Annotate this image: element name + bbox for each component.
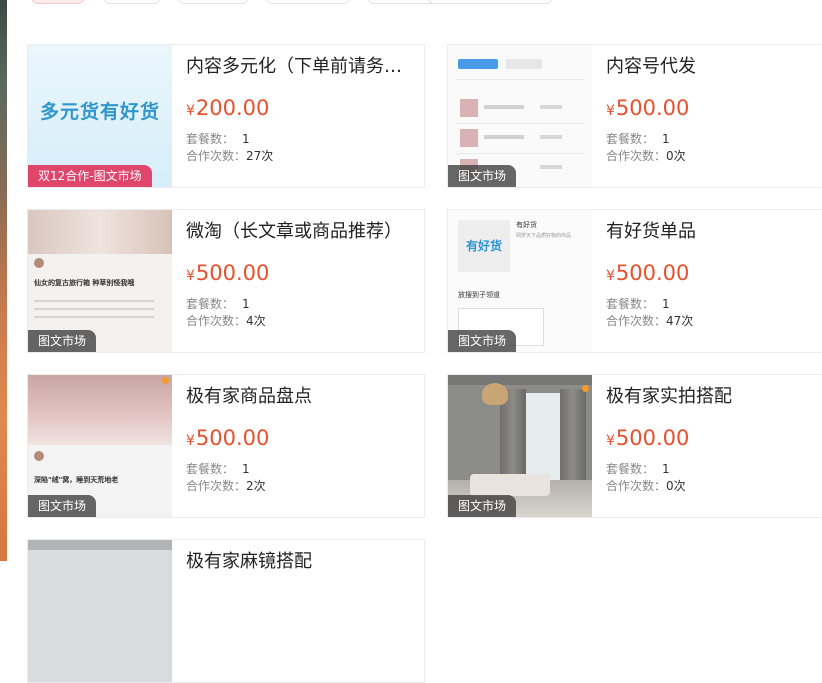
coop-count-row: 合作次数：27次 [186,149,274,163]
coop-count-row: 合作次数：2次 [186,479,266,493]
product-thumbnail[interactable] [28,540,172,682]
product-title[interactable]: 极有家实拍搭配 [606,385,822,409]
product-thumbnail[interactable]: 深陷"绒"窝，睡到天荒地老 图文市场 [28,375,172,517]
coop-count-row: 合作次数：0次 [606,479,686,493]
coop-count-row: 合作次数：4次 [186,314,266,328]
avatar [34,258,44,268]
product-card[interactable]: 多元货有好货 双12合作-图文市场 内容多元化（下单前请务必... ¥200.0… [27,44,425,188]
product-title[interactable]: 内容多元化（下单前请务必... [186,55,418,79]
category-tag: 图文市场 [28,495,97,517]
category-tag: 图文市场 [448,165,517,187]
product-thumbnail[interactable]: 有好货 有好货 网罗天下品质好物的商品 放搜到子领道 图文市场 [448,210,592,352]
product-thumbnail[interactable]: 仙女的复古旅行箱 种草别怪我哦 图文市场 [28,210,172,352]
coop-count-row: 合作次数：47次 [606,314,694,328]
package-count-row: 套餐数： 1 [606,462,670,476]
category-tag: 图文市场 [28,330,97,352]
package-count-row: 套餐数： 1 [186,297,250,311]
product-price: ¥500.00 [606,261,690,285]
avatar [34,451,44,461]
category-tag: 图文市场 [448,330,517,352]
product-card[interactable]: 深陷"绒"窝，睡到天荒地老 图文市场 极有家商品盘点 ¥500.00 套餐数： 1… [27,374,425,518]
product-thumbnail[interactable]: 图文市场 [448,45,592,187]
filter-pill[interactable] [176,0,250,4]
filter-pill[interactable] [102,0,162,4]
product-title[interactable]: 极有家麻镜搭配 [186,550,418,574]
product-price: ¥500.00 [606,96,690,120]
product-thumbnail[interactable]: 图文市场 [448,375,592,517]
product-card[interactable]: 图文市场 极有家实拍搭配 ¥500.00 套餐数： 1 合作次数：0次 [447,374,822,518]
package-count-row: 套餐数： 1 [606,297,670,311]
filter-pill[interactable] [264,0,352,4]
product-card[interactable]: 有好货 有好货 网罗天下品质好物的商品 放搜到子领道 图文市场 有好货单品 ¥5… [447,209,822,353]
category-tag: 双12合作-图文市场 [28,165,152,187]
product-title[interactable]: 极有家商品盘点 [186,385,418,409]
package-count-row: 套餐数： 1 [606,132,670,146]
youhaohuo-logo: 有好货 [458,220,510,272]
package-count-row: 套餐数： 1 [186,132,250,146]
product-card[interactable]: 仙女的复古旅行箱 种草别怪我哦 图文市场 微淘（长文章或商品推荐） ¥500.0… [27,209,425,353]
product-price: ¥500.00 [186,261,270,285]
left-edge-image-strip [0,0,7,561]
package-count-row: 套餐数： 1 [186,462,250,476]
product-price: ¥500.00 [606,426,690,450]
coop-count-row: 合作次数：0次 [606,149,686,163]
thumbnail-text: 多元货有好货 [39,101,160,123]
product-price: ¥200.00 [186,96,270,120]
filter-pill[interactable] [426,0,554,4]
product-thumbnail[interactable]: 多元货有好货 双12合作-图文市场 [28,45,172,187]
badge-dot-icon [162,377,169,384]
product-title[interactable]: 微淘（长文章或商品推荐） [186,220,418,244]
product-price: ¥500.00 [186,426,270,450]
thumbnail-text: 仙女的复古旅行箱 种草别怪我哦 [34,279,135,287]
thumbnail-text: 深陷"绒"窝，睡到天荒地老 [34,476,119,484]
product-title[interactable]: 有好货单品 [606,220,822,244]
product-card[interactable]: 图文市场 内容号代发 ¥500.00 套餐数： 1 合作次数：0次 [447,44,822,188]
lamp-icon [482,383,508,405]
filter-pill-active[interactable] [30,0,86,4]
category-tag: 图文市场 [448,495,517,517]
product-title[interactable]: 内容号代发 [606,55,822,79]
badge-dot-icon [582,385,589,392]
